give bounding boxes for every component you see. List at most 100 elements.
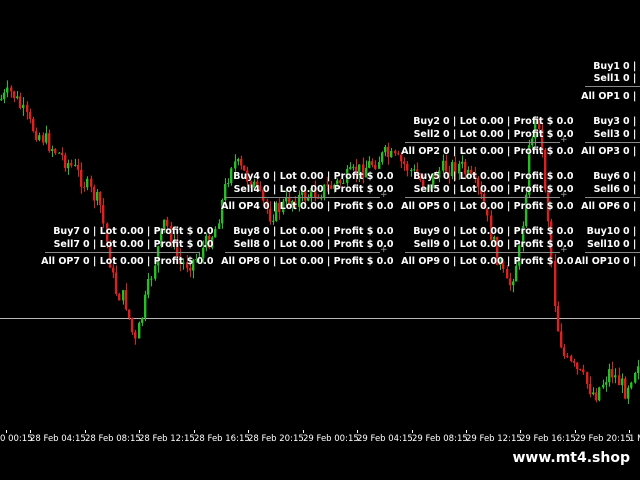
candle-body — [112, 267, 115, 273]
candle-body — [16, 96, 19, 99]
candle-body — [608, 369, 611, 383]
time-label: 29 Feb 00:15 — [303, 434, 359, 444]
candle-body — [48, 133, 51, 151]
candle-body — [349, 167, 352, 170]
value-allop2: 0 | Lot 0.00 | Profit $ 0.0 — [443, 146, 574, 157]
plus-marker-icon: + — [560, 190, 568, 200]
candle-body — [138, 322, 141, 339]
candle-body — [627, 387, 630, 399]
price-chart[interactable] — [0, 0, 640, 433]
label-sell2: Sell2 — [413, 129, 440, 140]
time-label: 28 Feb 20:15 — [248, 434, 304, 444]
candle-body — [624, 378, 627, 399]
candle-body — [573, 361, 576, 363]
candle-body — [630, 382, 633, 388]
tick-mark — [520, 430, 521, 433]
tick-mark — [139, 430, 140, 433]
label-buy4: Buy4 — [233, 171, 260, 182]
candle-body — [64, 155, 67, 169]
candle-body — [93, 186, 96, 201]
label-allop10: All OP10 — [574, 256, 620, 267]
candle-body — [90, 178, 93, 187]
value-buy10: 0 | — [623, 226, 637, 237]
label-allop2: All OP2 — [401, 146, 440, 157]
value-sell7: 0 | Lot 0.00 | Profit $ 0.0 — [83, 239, 214, 250]
tick-mark — [303, 430, 304, 433]
candle-body — [45, 133, 48, 143]
label-sell4: Sell4 — [233, 184, 260, 195]
candle-body — [570, 356, 573, 361]
candle-body — [611, 369, 614, 378]
tick-mark — [30, 430, 31, 433]
candle-body — [554, 260, 557, 307]
tick-mark — [629, 430, 630, 433]
time-label: 28 Feb 16:15 — [194, 434, 250, 444]
candle-body — [605, 382, 608, 385]
candle-body — [506, 269, 509, 279]
label-allop3: All OP3 — [581, 146, 620, 157]
separator-line — [585, 142, 640, 143]
label-buy7: Buy7 — [53, 226, 80, 237]
candle-body — [154, 265, 157, 279]
candlestick-chart-svg — [0, 80, 640, 404]
time-label: 1 M — [629, 434, 640, 444]
value-buy6: 0 | — [623, 171, 637, 182]
label-allop1: All OP1 — [581, 91, 620, 102]
tick-mark — [6, 430, 7, 433]
candle-body — [86, 178, 89, 188]
label-allop5: All OP5 — [401, 201, 440, 212]
candle-body — [592, 392, 595, 395]
candle-body — [560, 331, 563, 348]
candle-body — [586, 372, 589, 384]
candle-body — [621, 378, 624, 386]
candle-body — [13, 91, 16, 99]
candle-body — [131, 317, 134, 333]
candle-body — [147, 279, 150, 295]
value-sell2: 0 | Lot 0.00 | Profit $ 0.0 — [443, 129, 574, 140]
separator-line — [585, 86, 640, 87]
label-buy8: Buy8 — [233, 226, 260, 237]
label-buy10: Buy10 — [586, 226, 620, 237]
candle-body — [6, 87, 9, 93]
candle-body — [51, 149, 54, 151]
label-sell8: Sell8 — [233, 239, 260, 250]
candle-body — [38, 135, 41, 140]
candle-body — [67, 163, 70, 169]
value-sell4: 0 | Lot 0.00 | Profit $ 0.0 — [263, 184, 394, 195]
candle-body — [3, 92, 6, 100]
value-allop7: 0 | Lot 0.00 | Profit $ 0.0 — [83, 256, 214, 267]
candle-body — [602, 384, 605, 388]
value-allop3: 0 | — [623, 146, 637, 157]
value-sell8: 0 | Lot 0.00 | Profit $ 0.0 — [263, 239, 394, 250]
value-buy3: 0 | — [623, 116, 637, 127]
time-label: 29 Feb 16:15 — [520, 434, 576, 444]
label-allop7: All OP7 — [41, 256, 80, 267]
candle-body — [637, 366, 640, 373]
label-buy6: Buy6 — [593, 171, 620, 182]
value-allop4: 0 | Lot 0.00 | Profit $ 0.0 — [263, 201, 394, 212]
candle-body — [125, 290, 128, 310]
candle-body — [141, 317, 144, 323]
candle-body — [237, 159, 240, 162]
time-label: 28 Feb 04:15 — [30, 434, 86, 444]
time-label: 0 00:15 — [0, 434, 33, 444]
value-buy5: 0 | Lot 0.00 | Profit $ 0.0 — [443, 171, 574, 182]
candle-body — [99, 191, 102, 205]
label-allop4: All OP4 — [221, 201, 260, 212]
candle-body — [29, 111, 32, 119]
separator-line — [45, 252, 200, 253]
value-buy7: 0 | Lot 0.00 | Profit $ 0.0 — [83, 226, 214, 237]
tick-mark — [466, 430, 467, 433]
candle-body — [74, 164, 77, 166]
candle-body — [32, 119, 35, 132]
candle-body — [189, 268, 192, 271]
plus-marker-icon: + — [560, 135, 568, 145]
candle-body — [272, 220, 275, 222]
separator-line — [585, 197, 640, 198]
tick-mark — [248, 430, 249, 433]
tick-mark — [85, 430, 86, 433]
value-sell6: 0 | — [623, 184, 637, 195]
value-allop5: 0 | Lot 0.00 | Profit $ 0.0 — [443, 201, 574, 212]
label-allop6: All OP6 — [581, 201, 620, 212]
value-allop9: 0 | Lot 0.00 | Profit $ 0.0 — [443, 256, 574, 267]
